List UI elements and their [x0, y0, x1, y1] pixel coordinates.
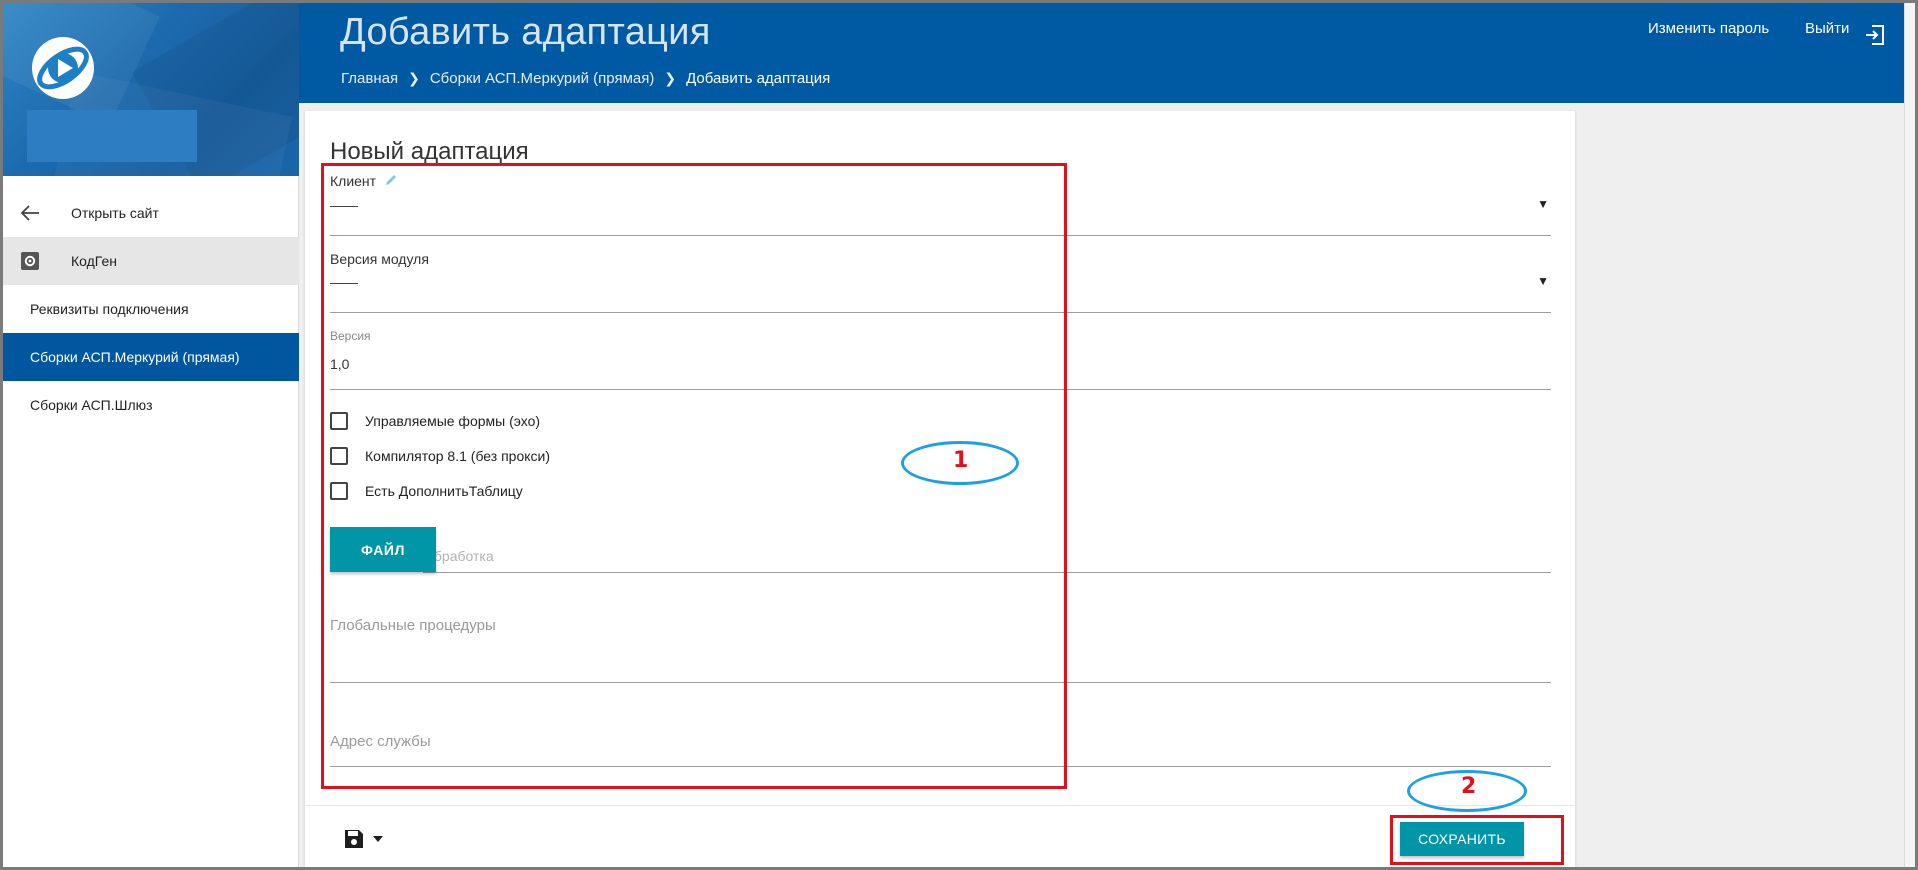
page-title: Добавить адаптация	[340, 11, 711, 53]
annotation-number-1: 1	[953, 448, 969, 473]
floppy-disk-icon	[345, 830, 363, 848]
sidebar-item-label: Реквизиты подключения	[30, 301, 189, 317]
sidebar-header	[3, 3, 299, 176]
app-logo-icon[interactable]	[29, 34, 97, 102]
sidebar: Открыть сайт КодГен Реквизиты подключени…	[3, 3, 299, 867]
sidebar-item-label: Сборки АСП.Меркурий (прямая)	[30, 349, 240, 365]
breadcrumb-current: Добавить адаптация	[686, 70, 831, 87]
breadcrumb-home[interactable]: Главная	[341, 70, 398, 87]
dropdown-caret-icon: ▼	[1537, 274, 1549, 288]
logout-icon[interactable]	[1863, 23, 1887, 47]
change-password-link[interactable]: Изменить пароль	[1648, 20, 1769, 37]
caret-down-icon	[373, 836, 383, 842]
arrow-left-icon	[19, 203, 41, 223]
app-window: Открыть сайт КодГен Реквизиты подключени…	[3, 3, 1915, 867]
breadcrumb: Главная ❯ Сборки АСП.Меркурий (прямая) ❯…	[341, 70, 830, 87]
sidebar-item-kodgen[interactable]: КодГен	[3, 237, 299, 285]
top-bar: Добавить адаптация Главная ❯ Сборки АСП.…	[299, 3, 1904, 103]
chevron-right-icon: ❯	[408, 70, 420, 86]
sidebar-item-label: КодГен	[71, 253, 117, 269]
save-menu-button[interactable]	[344, 829, 384, 849]
dropdown-caret-icon: ▼	[1537, 197, 1549, 211]
chevron-right-icon: ❯	[664, 70, 677, 86]
page-scrollbar[interactable]	[1904, 3, 1915, 867]
logout-link[interactable]: Выйти	[1805, 20, 1849, 37]
breadcrumb-asp-mercury[interactable]: Сборки АСП.Меркурий (прямая)	[430, 70, 655, 87]
annotation-highlight-save	[1390, 815, 1564, 865]
sidebar-item-open-site[interactable]: Открыть сайт	[3, 189, 299, 237]
sidebar-item-connection-details[interactable]: Реквизиты подключения	[3, 285, 299, 333]
sidebar-item-asp-gateway[interactable]: Сборки АСП.Шлюз	[3, 381, 299, 429]
settings-box-icon	[19, 251, 41, 271]
user-info-block	[27, 110, 197, 162]
sidebar-item-label: Сборки АСП.Шлюз	[30, 397, 153, 413]
sidebar-item-asp-mercury[interactable]: Сборки АСП.Меркурий (прямая)	[3, 333, 299, 381]
annotation-number-2: 2	[1461, 774, 1477, 799]
form-footer: СОХРАНИТЬ	[305, 805, 1575, 867]
sidebar-item-label: Открыть сайт	[71, 205, 159, 221]
